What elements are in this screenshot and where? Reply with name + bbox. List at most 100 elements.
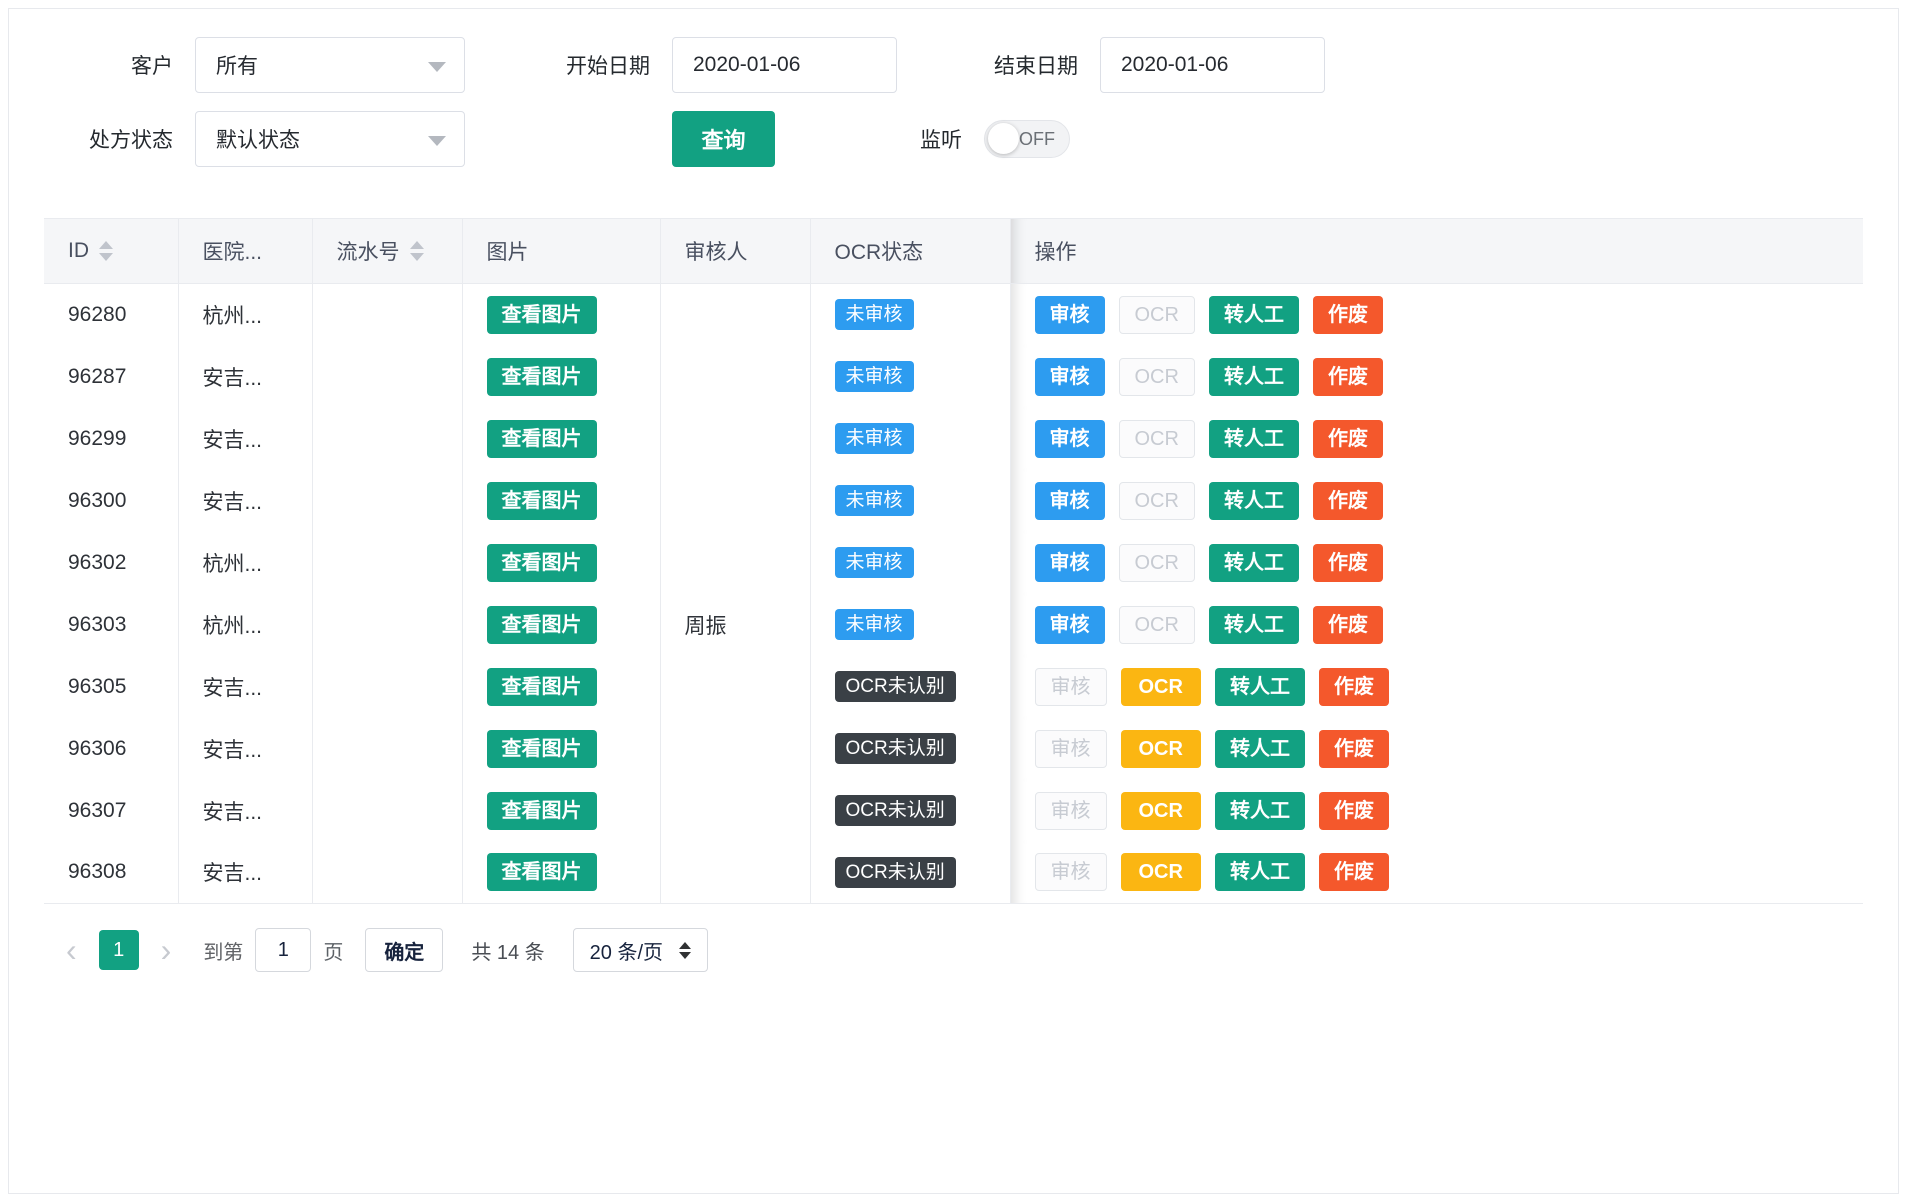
review-button[interactable]: 审核 xyxy=(1035,853,1107,891)
cell-hospital: 安吉... xyxy=(178,656,312,718)
cell-serial xyxy=(312,284,462,346)
invalidate-button[interactable]: 作废 xyxy=(1313,358,1383,396)
view-image-button[interactable]: 查看图片 xyxy=(487,792,597,830)
to-manual-button[interactable]: 转人工 xyxy=(1209,482,1299,520)
to-manual-button[interactable]: 转人工 xyxy=(1209,606,1299,644)
prev-page-icon[interactable]: ‹ xyxy=(66,930,77,970)
cell-image: 查看图片 xyxy=(462,408,660,470)
table-header-row: ID 医院... 流水号 图片 审核人 OCR状态 操作 xyxy=(44,219,1863,284)
view-image-button[interactable]: 查看图片 xyxy=(487,668,597,706)
review-button[interactable]: 审核 xyxy=(1035,296,1105,334)
cell-serial xyxy=(312,780,462,842)
ocr-button[interactable]: OCR xyxy=(1119,482,1195,520)
invalidate-button[interactable]: 作废 xyxy=(1313,606,1383,644)
confirm-button[interactable]: 确定 xyxy=(365,928,443,972)
invalidate-button[interactable]: 作废 xyxy=(1319,853,1389,891)
ocr-button[interactable]: OCR xyxy=(1119,296,1195,334)
cell-reviewer xyxy=(660,656,810,718)
sort-icon[interactable] xyxy=(410,241,424,261)
cell-serial xyxy=(312,656,462,718)
ocr-status-badge: 未审核 xyxy=(835,485,914,516)
cell-actions: 审核 OCR 转人工作废 xyxy=(1010,470,1863,532)
to-manual-button[interactable]: 转人工 xyxy=(1209,358,1299,396)
invalidate-button[interactable]: 作废 xyxy=(1319,668,1389,706)
table-row: 96307安吉...查看图片OCR未认别审核OCR转人工作废 xyxy=(44,780,1863,842)
ocr-button[interactable]: OCR xyxy=(1121,668,1201,706)
cell-image: 查看图片 xyxy=(462,346,660,408)
view-image-button[interactable]: 查看图片 xyxy=(487,606,597,644)
goto-page-input[interactable] xyxy=(255,928,311,972)
cell-id: 96308 xyxy=(44,842,178,904)
ocr-button[interactable]: OCR xyxy=(1119,544,1195,582)
review-button[interactable]: 审核 xyxy=(1035,358,1105,396)
main-panel: 客户 所有 开始日期 结束日期 处方状态 默认状态 查询 监听 OFF xyxy=(8,8,1899,1194)
invalidate-button[interactable]: 作废 xyxy=(1313,296,1383,334)
ocr-status-badge: OCR未认别 xyxy=(835,671,956,702)
ocr-status-badge: OCR未认别 xyxy=(835,733,956,764)
updown-arrows-icon xyxy=(679,942,691,959)
cell-actions: 审核 OCR 转人工作废 xyxy=(1010,656,1863,718)
goto-page-label: 到第 xyxy=(203,936,243,965)
to-manual-button[interactable]: 转人工 xyxy=(1215,853,1305,891)
view-image-button[interactable]: 查看图片 xyxy=(487,853,597,891)
review-button[interactable]: 审核 xyxy=(1035,420,1105,458)
cell-image: 查看图片 xyxy=(462,594,660,656)
to-manual-button[interactable]: 转人工 xyxy=(1215,792,1305,830)
invalidate-button[interactable]: 作废 xyxy=(1313,482,1383,520)
ocr-button[interactable]: OCR xyxy=(1121,853,1201,891)
review-button[interactable]: 审核 xyxy=(1035,544,1105,582)
cell-id: 96307 xyxy=(44,780,178,842)
start-date-input[interactable] xyxy=(672,37,897,93)
view-image-button[interactable]: 查看图片 xyxy=(487,358,597,396)
to-manual-button[interactable]: 转人工 xyxy=(1215,668,1305,706)
ocr-button[interactable]: OCR xyxy=(1119,606,1195,644)
review-button[interactable]: 审核 xyxy=(1035,668,1107,706)
to-manual-button[interactable]: 转人工 xyxy=(1215,730,1305,768)
customer-select-value: 所有 xyxy=(216,50,258,80)
page-size-select[interactable]: 20 条/页 xyxy=(573,928,708,972)
ocr-button[interactable]: OCR xyxy=(1119,420,1195,458)
toggle-state-label: OFF xyxy=(1019,129,1055,150)
customer-select[interactable]: 所有 xyxy=(195,37,465,93)
ocr-button[interactable]: OCR xyxy=(1121,792,1201,830)
page-number-button[interactable]: 1 xyxy=(99,930,139,970)
table-row: 96299安吉...查看图片未审核审核OCR转人工作废 xyxy=(44,408,1863,470)
cell-hospital: 安吉... xyxy=(178,718,312,780)
review-button[interactable]: 审核 xyxy=(1035,606,1105,644)
status-select[interactable]: 默认状态 xyxy=(195,111,465,167)
view-image-button[interactable]: 查看图片 xyxy=(487,482,597,520)
filter-row-1: 客户 所有 开始日期 结束日期 xyxy=(45,37,1898,93)
view-image-button[interactable]: 查看图片 xyxy=(487,420,597,458)
cell-reviewer xyxy=(660,842,810,904)
ocr-button[interactable]: OCR xyxy=(1119,358,1195,396)
to-manual-button[interactable]: 转人工 xyxy=(1209,420,1299,458)
cell-reviewer xyxy=(660,284,810,346)
review-button[interactable]: 审核 xyxy=(1035,792,1107,830)
sort-icon[interactable] xyxy=(99,241,113,261)
invalidate-button[interactable]: 作废 xyxy=(1319,792,1389,830)
review-button[interactable]: 审核 xyxy=(1035,482,1105,520)
view-image-button[interactable]: 查看图片 xyxy=(487,730,597,768)
table-body: 96280杭州...查看图片未审核审核OCR转人工作废96287安吉...查看图… xyxy=(44,284,1863,904)
end-date-input[interactable] xyxy=(1100,37,1325,93)
cell-actions: 审核 OCR 转人工作废 xyxy=(1010,842,1863,904)
next-page-icon[interactable]: › xyxy=(161,930,172,970)
invalidate-button[interactable]: 作废 xyxy=(1319,730,1389,768)
cell-reviewer xyxy=(660,532,810,594)
to-manual-button[interactable]: 转人工 xyxy=(1209,296,1299,334)
view-image-button[interactable]: 查看图片 xyxy=(487,544,597,582)
listen-toggle[interactable]: OFF xyxy=(984,120,1070,158)
view-image-button[interactable]: 查看图片 xyxy=(487,296,597,334)
review-button[interactable]: 审核 xyxy=(1035,730,1107,768)
invalidate-button[interactable]: 作废 xyxy=(1313,420,1383,458)
invalidate-button[interactable]: 作废 xyxy=(1313,544,1383,582)
cell-id: 96303 xyxy=(44,594,178,656)
cell-actions: 审核 OCR 转人工作废 xyxy=(1010,284,1863,346)
column-header-hospital: 医院... xyxy=(178,219,312,284)
ocr-button[interactable]: OCR xyxy=(1121,730,1201,768)
query-button[interactable]: 查询 xyxy=(672,111,775,167)
cell-ocr-status: 未审核 xyxy=(810,346,1010,408)
to-manual-button[interactable]: 转人工 xyxy=(1209,544,1299,582)
cell-ocr-status: 未审核 xyxy=(810,532,1010,594)
column-header-ocr-status: OCR状态 xyxy=(810,219,1010,284)
